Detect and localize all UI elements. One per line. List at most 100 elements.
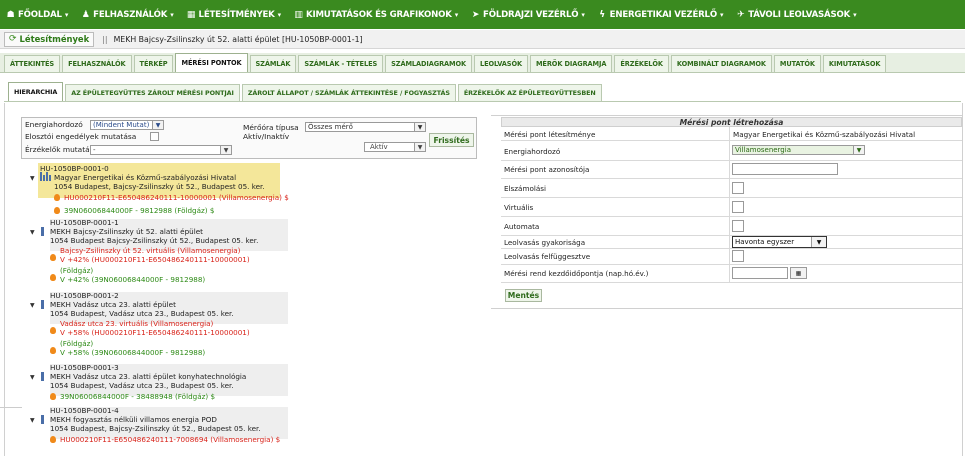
nav-home[interactable]: ☗ FŐOLDAL ▾ [0, 10, 75, 20]
tab-sensors[interactable]: ÉRZÉKELŐK [614, 55, 669, 72]
tab-statements[interactable]: KIMUTATÁSOK [822, 55, 887, 72]
metering-point-electric[interactable]: HU000210F11-E650486240111-10000001 (Vill… [54, 193, 289, 203]
form-row-id: Mérési pont azonosítója [501, 161, 962, 179]
collapse-toggle-icon[interactable]: ▼ [30, 417, 35, 424]
facility-value: Magyar Energetikai és Közmű-szabályozási… [733, 130, 916, 139]
tab-users[interactable]: FELHASZNÁLÓK [62, 55, 132, 72]
virtual-point-detail: V +42% (39N06006844000F - 9812988) [60, 275, 206, 284]
tab-metering-points[interactable]: MÉRÉSI PONTOK [175, 53, 248, 72]
nav-geo[interactable]: ➤ FÖLDRAJZI VEZÉRLŐ ▾ [465, 10, 592, 20]
chevron-down-icon: ▾ [64, 10, 69, 19]
flame-icon [50, 274, 56, 281]
metering-point-gas[interactable]: 39N06006844000F - 38488948 (Földgáz) $ [50, 392, 215, 402]
tab-meter-diagram[interactable]: MÉRŐK DIAGRAMJA [529, 55, 613, 72]
tab-overview[interactable]: ÁTTEKINTÉS [4, 55, 61, 72]
metering-point-label: HU000210F11-E650486240111-10000001 (Vill… [64, 193, 289, 202]
column-separator [729, 265, 730, 282]
nav-energy-label: ENERGETIKAI VEZÉRLŐ [609, 9, 717, 20]
sensors-filter-value: - [93, 146, 96, 154]
tab-sensors-in-complex[interactable]: ÉRZÉKELŐK AZ ÉPÜLETEGYÜTTESBEN [457, 84, 602, 101]
virtual-label: Virtuális [504, 203, 534, 212]
tab-locked-state-overview[interactable]: ZÁROLT ÁLLAPOT / SZÁMLÁK ÁTTEKINTÉSE / F… [241, 84, 456, 101]
frequency-select[interactable]: Havonta egyszer ▼ [732, 236, 827, 248]
collapse-toggle-icon[interactable]: ▼ [30, 374, 35, 381]
collapse-toggle-icon[interactable]: ▼ [30, 229, 35, 236]
save-button[interactable]: Mentés [505, 289, 542, 302]
filter-box: Energiahordozó (Mindent Mutat) ▼ Elosztó… [21, 117, 477, 159]
form-row-suspended: Leolvasás felfüggesztve [501, 249, 962, 265]
metering-point-label: 39N06006844000F - 9812988 (Földgáz) $ [64, 206, 215, 215]
flame-icon [50, 254, 56, 261]
tree-node-address: 1054 Budapest, Vadász utca 23., Budapest… [50, 381, 234, 390]
id-label: Mérési pont azonosítója [504, 165, 590, 174]
column-separator [729, 161, 730, 178]
virtual-checkbox[interactable] [732, 201, 744, 213]
tab-invoice-diagrams[interactable]: SZÁMLADIAGRAMOK [385, 55, 473, 72]
metering-point-id-input[interactable] [732, 163, 838, 175]
nav-reports[interactable]: ▥ KIMUTATÁSOK ÉS GRAFIKONOK ▾ [288, 10, 465, 20]
lightning-icon: ϟ [599, 9, 606, 20]
meter-type-label: Mérőóra típusa [243, 123, 299, 132]
building-icon [41, 415, 44, 424]
chevron-down-icon: ▼ [811, 237, 826, 247]
energy-filter-value: (Mindent Mutat) [93, 121, 150, 129]
nav-users[interactable]: ♟ FELHASZNÁLÓK ▾ [75, 10, 180, 20]
tab-indicators[interactable]: MUTATÓK [773, 55, 821, 72]
nav-geo-label: FÖLDRAJZI VEZÉRLŐ [483, 9, 579, 20]
flame-icon [50, 436, 56, 443]
automatic-checkbox[interactable] [732, 220, 744, 232]
nav-reports-label: KIMUTATÁSOK ÉS GRAFIKONOK [305, 9, 452, 20]
chevron-down-icon: ▾ [170, 10, 174, 19]
energy-select[interactable]: Villamosenergia ▼ [732, 145, 865, 155]
tab-invoice-items[interactable]: SZÁMLÁK - TÉTELES [298, 55, 384, 72]
start-date-input[interactable] [732, 267, 788, 279]
collapse-toggle-icon[interactable]: ▼ [30, 302, 35, 309]
energy-filter-select[interactable]: (Mindent Mutat) ▼ [90, 120, 164, 130]
signal-icon: ✈ [737, 9, 745, 20]
meter-type-select[interactable]: Összes mérő ▼ [305, 122, 426, 132]
tab-invoices[interactable]: SZÁMLÁK [249, 55, 297, 72]
nav-energy[interactable]: ϟ ENERGETIKAI VEZÉRLŐ ▾ [592, 10, 731, 20]
flame-icon [50, 327, 56, 334]
frequency-value: Havonta egyszer [735, 238, 795, 246]
metering-point-electric[interactable]: HU000210F11-E650486240111-7008694 (Villa… [50, 435, 281, 445]
breadcrumb: ⟳ Létesítmények || MEKH Bajcsy-Zsilinszk… [0, 30, 965, 49]
nav-users-label: FELHASZNÁLÓK [93, 9, 168, 20]
collapse-toggle-icon[interactable]: ▼ [30, 175, 35, 182]
energy-filter-label: Energiahordozó [25, 120, 83, 129]
calendar-icon[interactable]: ▦ [790, 267, 807, 279]
permissions-checkbox[interactable] [150, 132, 159, 141]
form-row-virtual: Virtuális [501, 198, 962, 217]
form-title: Mérési pont létrehozása [501, 117, 962, 127]
metering-point-gas[interactable]: 39N06006844000F - 9812988 (Földgáz) $ [54, 206, 215, 216]
form-row-facility: Mérési pont létesítménye Magyar Energeti… [501, 127, 962, 141]
building-complex-icon [40, 172, 52, 183]
automatic-label: Automata [504, 222, 540, 231]
refresh-button[interactable]: Frissítés [429, 133, 474, 147]
tab-hierarchy[interactable]: HIERARCHIA [8, 82, 64, 101]
nav-remote[interactable]: ✈ TÁVOLI LEOLVASÁSOK ▾ [730, 10, 863, 20]
breadcrumb-home-label: Létesítmények [19, 34, 90, 44]
tab-readers[interactable]: LEOLVASÓK [474, 55, 528, 72]
main-tabs: ÁTTEKINTÉS FELHASZNÁLÓK TÉRKÉP MÉRÉSI PO… [0, 53, 965, 73]
building-icon: ▦ [186, 9, 196, 20]
building-icon [41, 300, 44, 309]
tree-node-address: 1054 Budapest, Bajcsy-Zsilinszky út 52.,… [50, 424, 261, 433]
sensors-filter-select[interactable]: - ▼ [90, 145, 232, 155]
chevron-down-icon: ▾ [853, 10, 857, 19]
nav-facilities-label: LÉTESÍTMÉNYEK [198, 9, 275, 20]
active-filter-select[interactable]: Aktív ▼ [364, 142, 426, 152]
billing-checkbox[interactable] [732, 182, 744, 194]
sub-tabs: HIERARCHIA AZ ÉPÜLETEGYÜTTES ZÁROLT MÉRÉ… [4, 82, 961, 102]
tab-combined-diagrams[interactable]: KOMBINÁLT DIAGRAMOK [670, 55, 772, 72]
sensors-filter-label: Érzékelők mutatása [25, 145, 99, 154]
metering-point-label: HU000210F11-E650486240111-7008694 (Villa… [60, 435, 281, 444]
suspended-checkbox[interactable] [732, 250, 744, 262]
form-row-energy: Energiahordozó Villamosenergia ▼ [501, 141, 962, 161]
facility-label: Mérési pont létesítménye [504, 130, 596, 139]
flame-icon [50, 393, 56, 400]
tab-locked-metering-points[interactable]: AZ ÉPÜLETEGYÜTTES ZÁROLT MÉRÉSI PONTJAI [65, 84, 240, 101]
nav-facilities[interactable]: ▦ LÉTESÍTMÉNYEK ▾ [181, 10, 288, 20]
tab-map[interactable]: TÉRKÉP [133, 55, 174, 72]
breadcrumb-home-button[interactable]: ⟳ Létesítmények [4, 31, 95, 47]
